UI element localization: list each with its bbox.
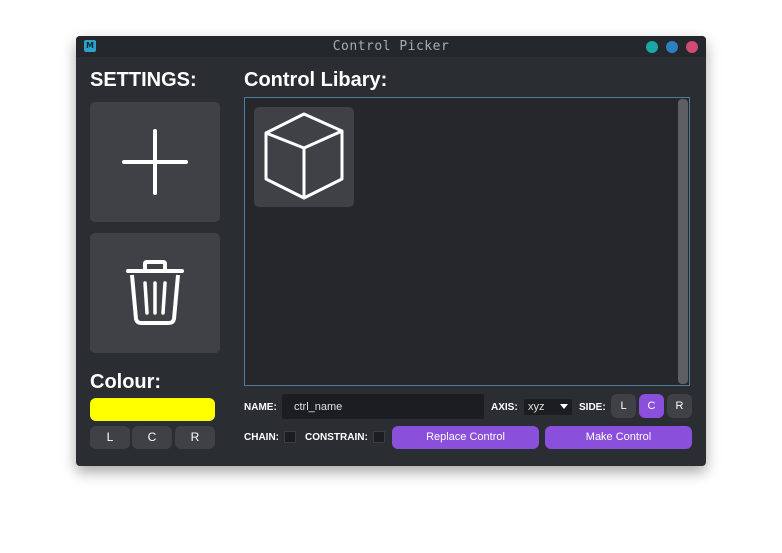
cube-icon [264,112,344,200]
constrain-checkbox[interactable] [373,431,385,443]
side-label: SIDE: [579,402,606,413]
minimize-button[interactable] [646,41,658,53]
constrain-label: CONSTRAIN: [305,432,368,443]
maximize-button[interactable] [666,41,678,53]
colour-swatch[interactable] [90,398,215,421]
title-bar[interactable]: M Control Picker [76,36,706,57]
library-item-cube[interactable] [254,107,354,207]
window-title: Control Picker [332,39,450,54]
name-input[interactable] [282,394,484,419]
axis-label: AXIS: [491,402,518,413]
chevron-down-icon [560,404,568,409]
close-button[interactable] [686,41,698,53]
colour-heading: Colour: [90,371,162,393]
side-r-button[interactable]: R [667,394,692,418]
chain-label: CHAIN: [244,432,279,443]
library-scrollbar[interactable] [678,99,688,384]
add-control-button[interactable] [90,102,220,222]
trash-icon [126,260,184,325]
plus-icon [122,129,188,195]
name-label: NAME: [244,402,277,413]
colour-side-l-button[interactable]: L [90,426,130,449]
settings-heading: SETTINGS: [90,69,197,91]
control-picker-window: M Control Picker SETTINGS: Control Libar… [76,36,706,466]
make-control-button[interactable]: Make Control [545,426,692,449]
side-c-button[interactable]: C [639,394,664,418]
axis-value: xyz [528,401,545,413]
axis-dropdown[interactable]: xyz [524,399,572,415]
control-library-panel [244,97,690,386]
chain-checkbox[interactable] [284,431,296,443]
colour-side-c-button[interactable]: C [132,426,172,449]
side-l-button[interactable]: L [611,394,636,418]
delete-control-button[interactable] [90,233,220,353]
colour-side-r-button[interactable]: R [175,426,215,449]
library-heading: Control Libary: [244,69,388,91]
replace-control-button[interactable]: Replace Control [392,426,539,449]
